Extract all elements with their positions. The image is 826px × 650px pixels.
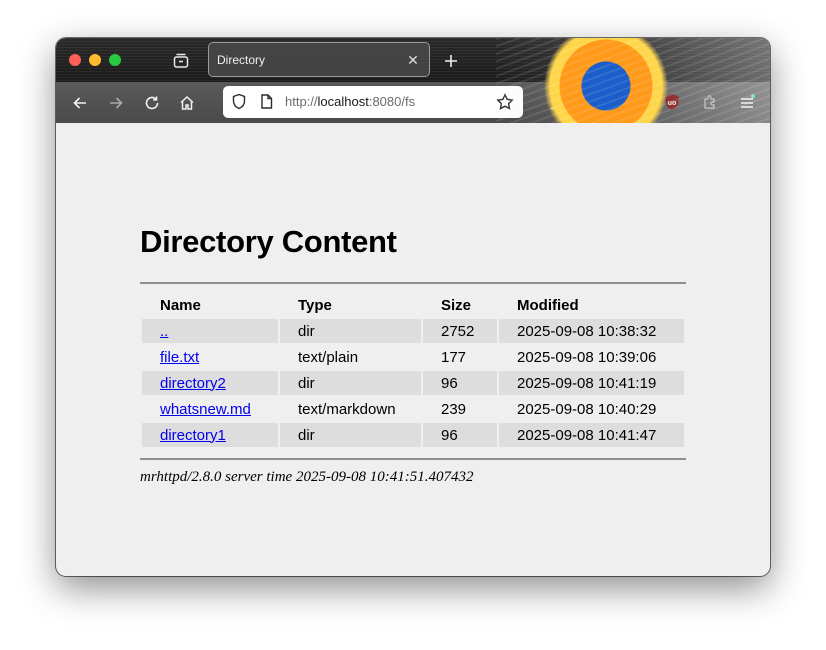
url-bar[interactable]: http://localhost:8080/fs — [223, 86, 523, 118]
page-content: Directory Content Name Type Size Modifie… — [56, 123, 770, 576]
tracking-protection-shield-icon[interactable] — [231, 93, 247, 113]
parent-directory-link[interactable]: .. — [160, 323, 168, 340]
back-button[interactable] — [67, 90, 93, 116]
type-cell: text/plain — [298, 348, 359, 366]
window-maximize-button[interactable] — [109, 54, 121, 66]
bottom-divider — [140, 458, 686, 460]
page-title: Directory Content — [140, 224, 397, 259]
tab-directory[interactable]: Directory ✕ — [208, 42, 430, 77]
svg-text:uo: uo — [668, 100, 677, 107]
type-cell: dir — [280, 319, 421, 343]
lastpass-extension-icon[interactable]: L — [622, 87, 648, 114]
modified-cell: 2025-09-08 10:40:29 — [517, 400, 657, 418]
ublock-origin-icon[interactable]: uo — [660, 90, 684, 114]
name-cell: directory1 — [142, 423, 278, 447]
modified-cell: 2025-09-08 10:41:19 — [499, 371, 684, 395]
size-cell: 239 — [441, 400, 467, 418]
table-row: .. dir 2752 2025-09-08 10:38:32 — [142, 319, 684, 343]
table-row: directory1 dir 96 2025-09-08 10:41:47 — [142, 423, 684, 447]
downloads-icon[interactable] — [545, 90, 569, 114]
column-header-modified: Modified — [517, 296, 579, 314]
type-cell: text/markdown — [298, 400, 396, 418]
directory-link[interactable]: directory1 — [160, 427, 226, 444]
url-scheme: http:// — [285, 94, 318, 109]
tab-close-icon[interactable]: ✕ — [403, 50, 423, 70]
new-tab-button[interactable] — [440, 50, 462, 72]
file-link[interactable]: file.txt — [160, 349, 199, 366]
table-row: file.txt text/plain 177 2025-09-08 10:39… — [142, 345, 684, 369]
extensions-puzzle-icon[interactable] — [698, 90, 722, 114]
type-cell: dir — [280, 371, 421, 395]
size-cell: 96 — [423, 423, 497, 447]
type-cell: dir — [280, 423, 421, 447]
table-header-row: Name Type Size Modified — [142, 293, 684, 317]
server-footer: mrhttpd/2.8.0 server time 2025-09-08 10:… — [140, 469, 474, 485]
modified-cell: 2025-09-08 10:38:32 — [499, 319, 684, 343]
top-divider — [140, 282, 686, 284]
file-link[interactable]: whatsnew.md — [160, 401, 251, 418]
name-cell: whatsnew.md — [142, 397, 278, 421]
column-header-type: Type — [298, 296, 332, 314]
window-close-button[interactable] — [69, 54, 81, 66]
lastpass-badge: L — [636, 87, 648, 98]
application-menu-icon[interactable] — [735, 90, 759, 114]
size-cell: 177 — [441, 348, 467, 366]
column-header-size: Size — [441, 296, 472, 314]
home-button[interactable] — [174, 90, 200, 116]
name-cell: .. — [142, 319, 278, 343]
modified-cell: 2025-09-08 10:41:47 — [499, 423, 684, 447]
directory-table: Name Type Size Modified .. dir 2752 2025… — [140, 291, 686, 449]
tab-overview-icon[interactable] — [170, 50, 192, 70]
bookmark-star-icon[interactable] — [496, 93, 514, 114]
url-text[interactable]: http://localhost:8080/fs — [285, 94, 415, 109]
name-cell: file.txt — [142, 345, 278, 369]
name-cell: directory2 — [142, 371, 278, 395]
url-host: localhost — [317, 94, 369, 109]
title-bar: Directory ✕ — [56, 38, 770, 82]
browser-window: Directory ✕ http://localhost:8080/fs L u… — [56, 38, 770, 576]
url-path: :8080/fs — [368, 94, 416, 109]
size-cell: 2752 — [423, 319, 497, 343]
table-row: whatsnew.md text/markdown 239 2025-09-08… — [142, 397, 684, 421]
column-header-name: Name — [160, 296, 201, 314]
size-cell: 96 — [423, 371, 497, 395]
account-icon[interactable] — [582, 90, 606, 114]
table-row: directory2 dir 96 2025-09-08 10:41:19 — [142, 371, 684, 395]
tab-title: Directory — [217, 52, 266, 67]
page-document-icon[interactable] — [260, 94, 273, 112]
forward-button[interactable] — [103, 90, 129, 116]
directory-link[interactable]: directory2 — [160, 375, 226, 392]
window-minimize-button[interactable] — [89, 54, 101, 66]
modified-cell: 2025-09-08 10:39:06 — [517, 348, 657, 366]
reload-button[interactable] — [139, 90, 165, 116]
